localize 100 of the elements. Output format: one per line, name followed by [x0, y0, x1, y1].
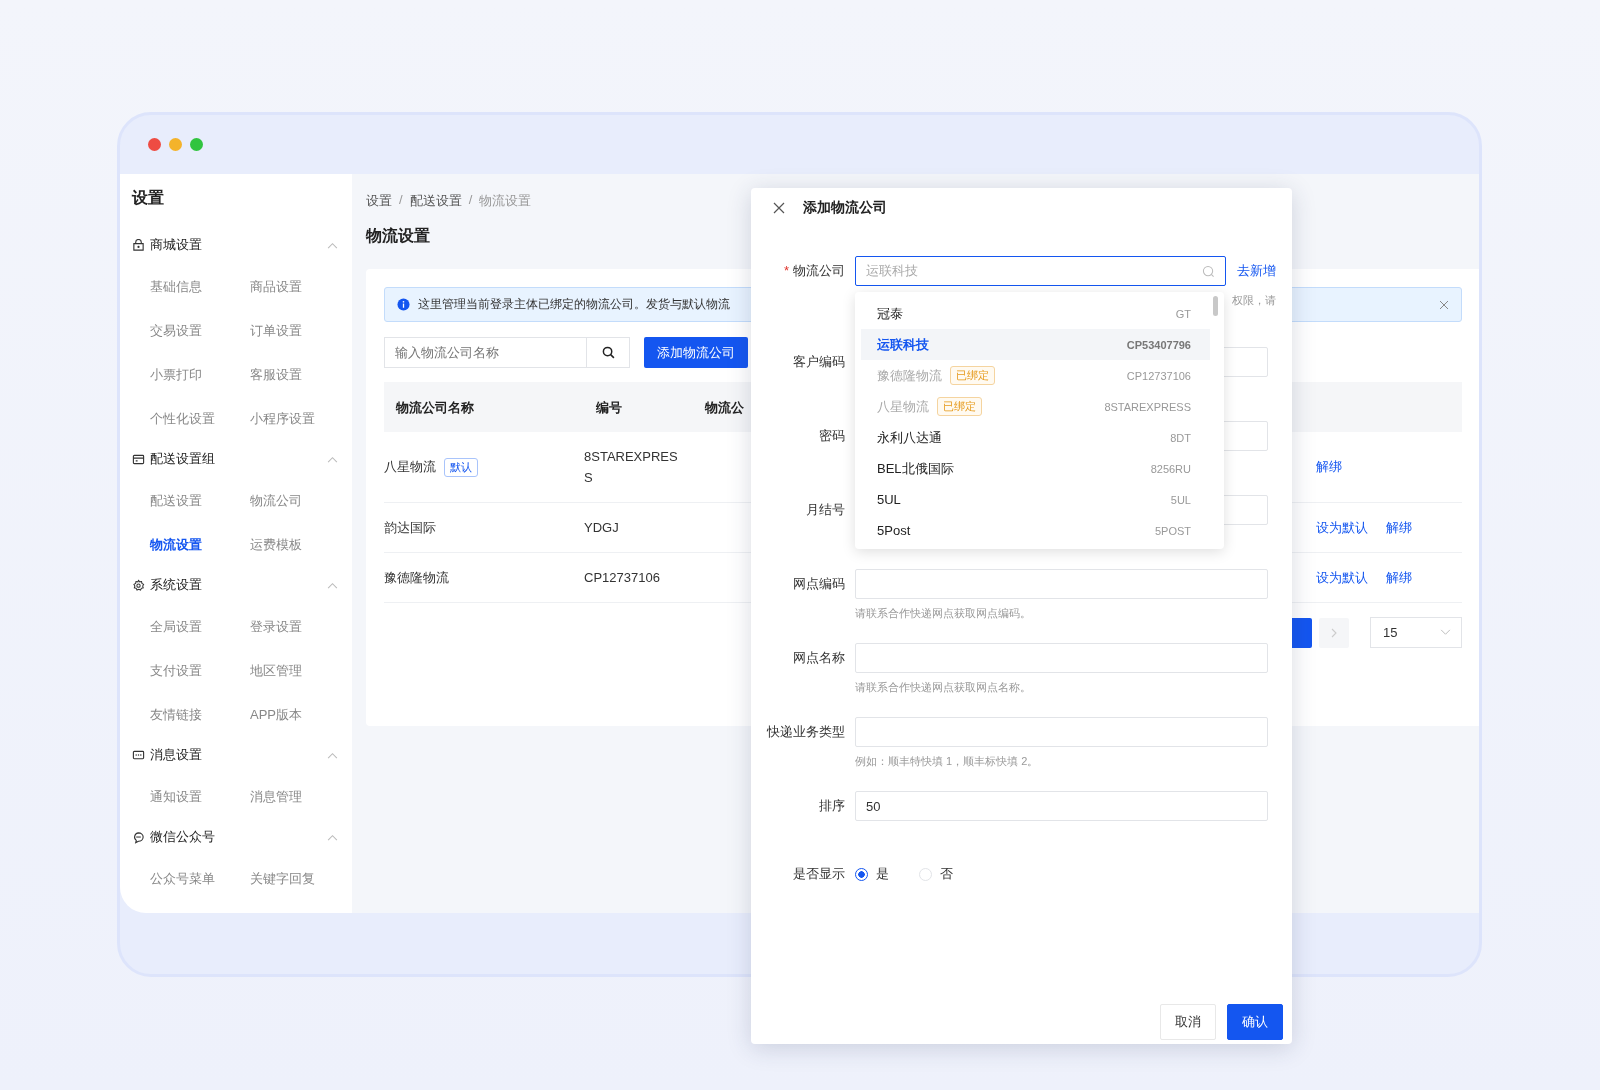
breadcrumb-separator: /: [399, 192, 403, 209]
gear-icon: [132, 578, 145, 592]
field-label: 月结号: [805, 501, 845, 519]
add-new-link[interactable]: 去新增: [1237, 262, 1276, 280]
chevron-icon[interactable]: [327, 241, 338, 249]
action-link[interactable]: 解绑: [1316, 458, 1342, 476]
table-cell-text: CP12737106: [584, 569, 661, 587]
default-tag: 默认: [444, 457, 478, 477]
action-link[interactable]: 设为默认: [1316, 518, 1368, 537]
sidebar-item[interactable]: 关键字回复: [250, 869, 350, 889]
option-code: CP12737106: [1126, 369, 1191, 382]
sidebar-item[interactable]: 小票打印: [150, 365, 250, 385]
dropdown-option[interactable]: 5UL 5UL: [861, 484, 1210, 515]
sidebar-item[interactable]: 消息管理: [250, 787, 350, 807]
breadcrumb-separator: /: [468, 192, 473, 209]
confirm-button[interactable]: 确认: [1227, 1004, 1283, 1040]
field-label: 快递业务类型: [766, 723, 845, 741]
dropdown-option[interactable]: 永利八达通 8DT: [861, 422, 1210, 453]
sidebar-item[interactable]: 订单设置: [250, 321, 350, 341]
field-label: 排序: [818, 797, 845, 815]
group-title[interactable]: 微信公众号: [150, 828, 327, 846]
page-size-select[interactable]: 15: [1370, 617, 1462, 648]
breadcrumb-link[interactable]: 设置: [366, 192, 392, 210]
dropdown-option[interactable]: 运联科技 CP53407796: [861, 329, 1210, 360]
chat-icon: [132, 830, 145, 844]
page-title: 物流设置: [366, 226, 431, 246]
alert-text: 这里管理当前登录主体已绑定的物流公司。发货与默认物流: [418, 296, 730, 313]
close-dot-icon[interactable]: [148, 138, 161, 151]
bound-tag: 已绑定: [950, 366, 995, 385]
sidebar-item[interactable]: 物流公司: [250, 491, 350, 511]
action-link[interactable]: 解绑: [1386, 568, 1412, 587]
search-button[interactable]: [587, 337, 630, 368]
sidebar-item[interactable]: APP版本: [250, 705, 350, 725]
option-code: 8STAREXPRESS: [1104, 400, 1191, 413]
add-button[interactable]: 添加物流公司: [644, 337, 748, 368]
sidebar-item[interactable]: 运费模板: [250, 535, 350, 555]
sidebar-item[interactable]: 全局设置: [150, 617, 250, 637]
info-icon: [397, 298, 410, 311]
group-title[interactable]: 商城设置: [150, 236, 327, 254]
field-label: 客户编码: [792, 353, 845, 371]
store-icon: [132, 238, 145, 252]
chevron-icon[interactable]: [327, 751, 338, 759]
sidebar-item[interactable]: 小程序设置: [250, 409, 350, 429]
field-label: 网点名称: [792, 649, 845, 667]
chevron-icon[interactable]: [327, 833, 338, 841]
next-page-button[interactable]: [1319, 617, 1349, 648]
option-code: CP53407796: [1126, 338, 1191, 351]
scrollbar-thumb[interactable]: [1213, 296, 1218, 316]
group-title[interactable]: 配送设置组: [150, 450, 327, 468]
breadcrumb-link[interactable]: 配送设置: [409, 192, 462, 210]
card-icon: [132, 452, 145, 466]
dropdown-option[interactable]: 5Post 5POST: [861, 515, 1210, 546]
sidebar-item[interactable]: 物流设置: [150, 535, 250, 555]
field-hint: 权限，请: [1232, 292, 1276, 308]
option-code: 8DT: [1170, 431, 1191, 444]
group-title[interactable]: 系统设置: [150, 576, 327, 594]
input-field[interactable]: 50: [855, 791, 1268, 821]
sidebar-item[interactable]: 商品设置: [250, 277, 350, 297]
table-cell: 韵达国际: [384, 518, 436, 537]
action-link[interactable]: 设为默认: [1316, 568, 1368, 587]
chevron-icon[interactable]: [327, 581, 338, 589]
field-hint: 请联系合作快递网点获取网点名称。: [855, 679, 1031, 695]
dropdown-option[interactable]: BEL北俄国际 8256RU: [861, 453, 1210, 484]
sidebar-item[interactable]: 交易设置: [150, 321, 250, 341]
cancel-button[interactable]: 取消: [1160, 1004, 1216, 1040]
chevron-down-icon: [1440, 629, 1451, 636]
table-cell: 八星物流: [384, 458, 436, 476]
sidebar-item[interactable]: 配送设置: [150, 491, 250, 511]
radio-option[interactable]: 是: [855, 865, 889, 883]
minimize-dot-icon[interactable]: [169, 138, 182, 151]
sidebar-item[interactable]: 地区管理: [250, 661, 350, 681]
dropdown-option[interactable]: 冠泰 GT: [861, 298, 1210, 329]
search-icon: [1202, 264, 1215, 278]
close-icon[interactable]: [773, 202, 785, 214]
radio-icon[interactable]: [855, 867, 868, 881]
table-cell: 豫德隆物流: [384, 568, 449, 587]
input-field[interactable]: [855, 717, 1268, 747]
field-label: 是否显示: [792, 865, 845, 883]
sidebar-item[interactable]: 友情链接: [150, 705, 250, 725]
sidebar-item[interactable]: 通知设置: [150, 787, 250, 807]
sidebar-item[interactable]: 客服设置: [250, 365, 350, 385]
group-title[interactable]: 消息设置: [150, 746, 327, 764]
sidebar-item[interactable]: 登录设置: [250, 617, 350, 637]
chevron-right-icon: [1331, 627, 1337, 638]
radio-option[interactable]: 否: [919, 865, 953, 883]
sidebar-item[interactable]: 个性化设置: [150, 409, 250, 429]
sidebar-item[interactable]: 支付设置: [150, 661, 250, 681]
sidebar-item[interactable]: 基础信息: [150, 277, 250, 297]
bound-tag: 已绑定: [937, 397, 982, 416]
field-hint: 例如：顺丰特快填 1，顺丰标快填 2。: [855, 753, 1039, 769]
close-icon[interactable]: [1439, 299, 1449, 310]
input-field[interactable]: [855, 569, 1268, 599]
chevron-icon[interactable]: [327, 455, 338, 463]
maximize-dot-icon[interactable]: [190, 138, 203, 151]
action-link[interactable]: 解绑: [1386, 518, 1412, 537]
field-hint: 请联系合作快递网点获取网点编码。: [855, 605, 1031, 621]
input-field[interactable]: [855, 643, 1268, 673]
search-field[interactable]: 输入物流公司名称: [384, 337, 587, 368]
option-code: 8256RU: [1150, 462, 1191, 475]
sidebar-item[interactable]: 公众号菜单: [150, 869, 250, 889]
